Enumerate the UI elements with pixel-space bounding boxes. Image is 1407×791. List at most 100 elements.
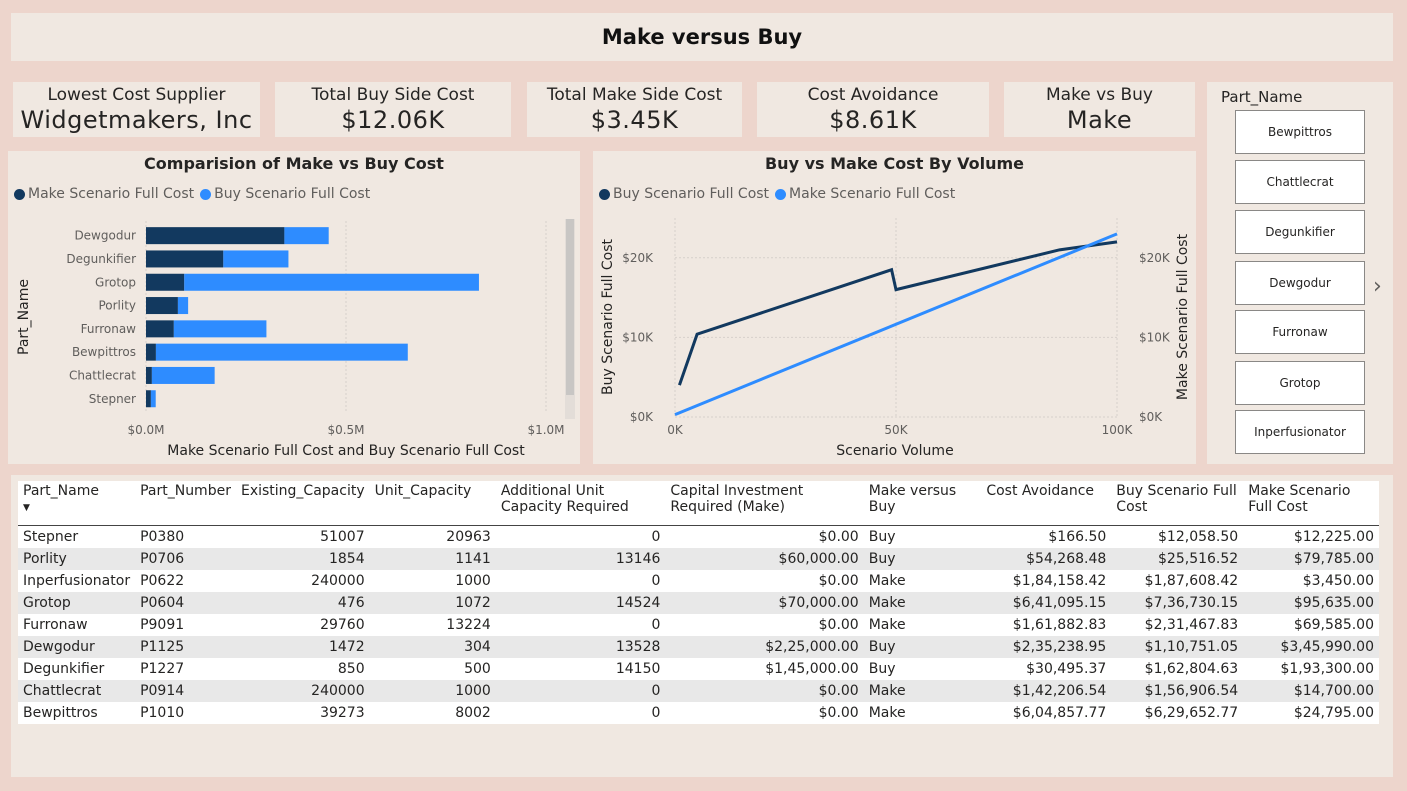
column-header[interactable]: Cost Avoidance [981, 481, 1112, 526]
y-axis-title: Part_Name [16, 279, 32, 355]
parts-table: Part_Name ▼ Part_Number Existing_Capacity… [18, 481, 1379, 724]
table-cell: P0706 [135, 548, 236, 570]
table-cell: $3,45,990.00 [1243, 636, 1379, 658]
report-title-bar: Make versus Buy [11, 13, 1393, 61]
slicer-item[interactable]: Degunkifier [1235, 210, 1365, 254]
table-cell: Make [868, 617, 906, 633]
card-lowest-cost-supplier[interactable]: Lowest Cost Supplier Widgetmakers, Inc [13, 82, 260, 137]
table-row[interactable]: Grotop P0604 476 1072 14524 $70,000.00 Make $6,… [18, 592, 1379, 614]
table-cell: P0604 [135, 592, 236, 614]
table-cell: Make [863, 680, 982, 702]
column-header-part-name[interactable]: Part_Name ▼ [18, 481, 136, 526]
slicer-item[interactable]: Chattlecrat [1235, 160, 1365, 204]
table-cell: Stepner [23, 529, 79, 545]
table-cell: 14524 [495, 592, 666, 614]
table-row[interactable]: Inperfusionator P0622 240000 1000 0 $0.00 Make… [18, 570, 1379, 592]
bar-buy-bewpittros[interactable] [155, 343, 408, 361]
table-row[interactable]: Porlity P0706 1854 1141 13146 $60,000.00 Buy $5… [18, 548, 1379, 570]
table-cell: 240000 [235, 680, 370, 702]
table-cell: 0 [651, 573, 661, 589]
table-cell: 1000 [369, 680, 496, 702]
make-vs-buy-bar-chart[interactable]: Comparision of Make vs Buy Cost Make Sce… [8, 151, 580, 464]
card-total-make-side-cost[interactable]: Total Make Side Cost $3.45K [527, 82, 742, 137]
slicer-item[interactable]: Bewpittros [1235, 110, 1365, 154]
card-label: Make vs Buy [1045, 85, 1153, 105]
bar-make-chattlecrat[interactable] [146, 366, 152, 384]
card-cost-avoidance[interactable]: Cost Avoidance $8.61K [757, 82, 989, 137]
bar-buy-porlity[interactable] [177, 297, 189, 315]
y-tick-label: Furronaw [81, 322, 137, 336]
chevron-right-icon[interactable]: › [1373, 274, 1382, 299]
table-cell: $0.00 [818, 573, 859, 589]
table-cell: 0 [651, 617, 661, 633]
table-cell: P0622 [140, 573, 185, 589]
table-cell: $0.00 [818, 617, 859, 633]
column-header[interactable]: Unit_Capacity [369, 481, 496, 526]
bar-make-stepner[interactable] [146, 390, 151, 408]
slicer-item[interactable]: Inperfusionator [1235, 410, 1365, 454]
bar-make-degunkifier[interactable] [146, 250, 224, 268]
bar-buy-furronaw[interactable] [173, 320, 267, 338]
bar-make-furronaw[interactable] [146, 320, 174, 338]
table-cell: P0380 [140, 529, 185, 545]
table-row[interactable]: Chattlecrat P0914 240000 1000 0 $0.00 Make $1,4… [18, 680, 1379, 702]
table-cell: $3,450.00 [1302, 573, 1374, 589]
table-cell: Buy [868, 661, 896, 677]
card-value: Widgetmakers, Inc [20, 106, 253, 134]
bar-buy-grotop[interactable] [184, 273, 479, 291]
bar-make-porlity[interactable] [146, 297, 178, 315]
table-cell: Degunkifier [23, 661, 105, 677]
table-cell: $0.00 [818, 705, 859, 721]
table-cell: 8002 [455, 705, 491, 721]
table-row[interactable]: Stepner P0380 51007 20963 0 $0.00 Buy $166.50 $1… [18, 526, 1379, 549]
table-cell: Make [863, 592, 982, 614]
column-header[interactable]: Buy Scenario Full Cost [1111, 481, 1244, 526]
card-make-vs-buy[interactable]: Make vs Buy Make [1004, 82, 1195, 137]
table-cell: $1,42,206.54 [981, 680, 1112, 702]
bar-buy-dewgodur[interactable] [284, 227, 329, 245]
table-cell: $2,25,000.00 [665, 636, 864, 658]
slicer-item[interactable]: Furronaw [1235, 310, 1365, 354]
table-row[interactable]: Dewgodur P1125 1472 304 13528 $2,25,000.00 Buy… [18, 636, 1379, 658]
series-line-buy[interactable] [678, 240, 1118, 386]
column-header[interactable]: Capital Investment Required (Make) [665, 481, 864, 526]
table-row[interactable]: Furronaw P9091 29760 13224 0 $0.00 Make $1,61,8… [18, 614, 1379, 636]
table-cell: Dewgodur [18, 636, 136, 658]
column-header[interactable]: Make versus Buy [863, 481, 982, 526]
sort-descending-icon[interactable]: ▼ [23, 503, 130, 513]
column-header[interactable]: Make Scenario Full Cost [1243, 481, 1379, 526]
x-tick-label: 50K [884, 423, 908, 437]
bar-make-dewgodur[interactable] [146, 227, 285, 245]
card-label: Total Make Side Cost [546, 85, 723, 105]
part-name-slicer: Part_Name Bewpittros Chattlecrat Degunki… [1207, 82, 1393, 464]
buy-vs-make-line-chart[interactable]: Buy vs Make Cost By Volume Buy Scenario … [593, 151, 1196, 464]
table-cell: $2,35,238.95 [981, 636, 1112, 658]
table-cell: $54,268.48 [981, 548, 1112, 570]
table-row[interactable]: Bewpittros P1010 39273 8002 0 $0.00 Make $6,04,… [18, 702, 1379, 724]
bar-buy-chattlecrat[interactable] [151, 366, 215, 384]
slicer-item[interactable]: Dewgodur [1235, 261, 1365, 305]
column-header[interactable]: Part_Number [135, 481, 236, 526]
card-total-buy-side-cost[interactable]: Total Buy Side Cost $12.06K [275, 82, 511, 137]
table-cell: $1,84,158.42 [1012, 573, 1107, 589]
card-label: Total Buy Side Cost [311, 85, 475, 105]
table-cell: 1472 [235, 636, 370, 658]
slicer-item[interactable]: Grotop [1235, 361, 1365, 405]
table-cell: $0.00 [665, 680, 864, 702]
table-cell: $1,93,300.00 [1280, 661, 1374, 677]
scrollbar-thumb[interactable] [566, 219, 574, 395]
column-header[interactable]: Additional Unit Capacity Required [495, 481, 666, 526]
table-cell: $14,700.00 [1243, 680, 1379, 702]
column-header[interactable]: Existing_Capacity [235, 481, 370, 526]
bar-buy-degunkifier[interactable] [223, 250, 289, 268]
y-tick-label: Dewgodur [74, 229, 136, 243]
bar-make-grotop[interactable] [146, 273, 185, 291]
table-cell: 51007 [320, 529, 365, 545]
table-cell: $6,41,095.15 [981, 592, 1112, 614]
table-cell: 13146 [495, 548, 666, 570]
table-row[interactable]: Degunkifier P1227 850 500 14150 $1,45,000.00 B… [18, 658, 1379, 680]
bar-buy-stepner[interactable] [150, 390, 156, 408]
table-cell: $70,000.00 [665, 592, 864, 614]
table-cell: P1010 [140, 705, 185, 721]
bar-make-bewpittros[interactable] [146, 343, 156, 361]
